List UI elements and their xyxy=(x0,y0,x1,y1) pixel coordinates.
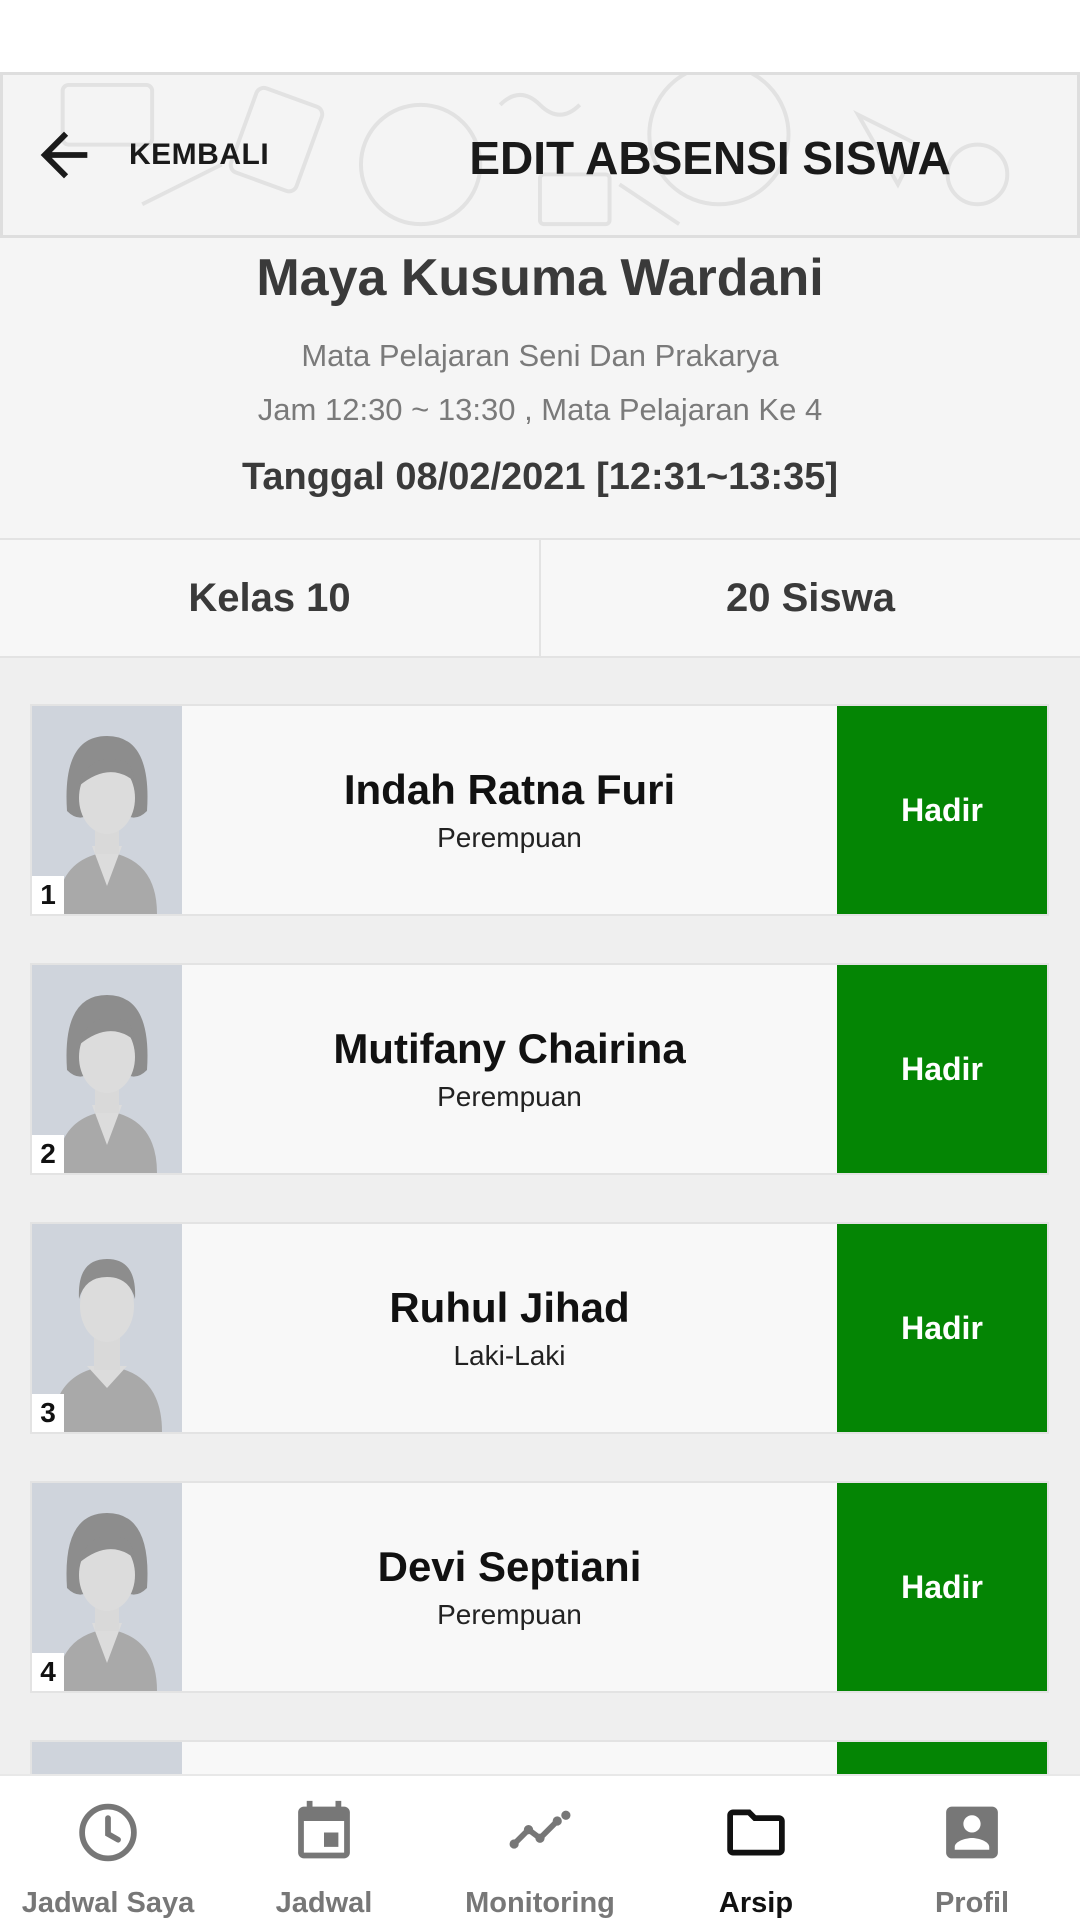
female-avatar: 2 xyxy=(32,965,182,1173)
nav-jadwal-saya[interactable]: Jadwal Saya xyxy=(0,1776,216,1920)
lesson-info: Maya Kusuma Wardani Mata Pelajaran Seni … xyxy=(0,238,1080,538)
student-gender: Laki-Laki xyxy=(453,1340,566,1371)
nav-monitoring[interactable]: Monitoring xyxy=(432,1776,648,1920)
page-title: EDIT ABSENSI SISWA xyxy=(469,132,951,184)
avatar xyxy=(32,1742,182,1774)
attendance-status-button[interactable]: Hadir xyxy=(837,1224,1047,1432)
female-avatar: 1 xyxy=(32,706,182,914)
student-name: Ruhul Jihad xyxy=(389,1284,630,1331)
student-name: Indah Ratna Furi xyxy=(343,766,676,813)
student-number: 1 xyxy=(32,876,64,914)
student-card[interactable]: 4 Devi Septiani Perempuan Hadir xyxy=(30,1481,1049,1693)
attendance-status-button[interactable]: Hadir xyxy=(837,1483,1047,1691)
back-label: KEMBALI xyxy=(129,138,270,171)
teacher-name: Maya Kusuma Wardani xyxy=(256,249,824,307)
folder-icon xyxy=(727,1809,785,1856)
trend-icon xyxy=(509,1810,571,1849)
nav-label: Arsip xyxy=(718,1887,794,1919)
student-gender: Perempuan xyxy=(437,822,582,853)
student-card[interactable]: 1 Indah Ratna Furi Perempuan Hadir xyxy=(30,704,1049,916)
app-header: KEMBALI EDIT ABSENSI SISWA xyxy=(0,72,1080,238)
back-button[interactable]: KEMBALI xyxy=(29,115,269,195)
student-count: 20 Siswa xyxy=(539,540,1080,656)
nav-profil[interactable]: Profil xyxy=(864,1776,1080,1920)
nav-label: Jadwal Saya xyxy=(21,1887,195,1919)
student-gender: Perempuan xyxy=(437,1081,582,1112)
nav-jadwal[interactable]: Jadwal xyxy=(216,1776,432,1920)
class-label: Kelas 10 xyxy=(188,575,351,620)
student-card[interactable]: 2 Mutifany Chairina Perempuan Hadir xyxy=(30,963,1049,1175)
status-bar-area xyxy=(0,0,1080,72)
student-number: 3 xyxy=(32,1394,64,1432)
student-gender: Perempuan xyxy=(437,1599,582,1630)
student-card[interactable]: 3 Ruhul Jihad Laki-Laki Hadir xyxy=(30,1222,1049,1434)
attendance-status-button[interactable]: Hadir xyxy=(837,706,1047,914)
student-card[interactable] xyxy=(30,1740,1049,1774)
student-name: Mutifany Chairina xyxy=(333,1025,686,1072)
nav-arsip[interactable]: Arsip xyxy=(648,1776,864,1920)
student-number: 2 xyxy=(32,1135,64,1173)
nav-label: Profil xyxy=(934,1887,1010,1919)
student-number: 4 xyxy=(32,1653,64,1691)
nav-label: Monitoring xyxy=(465,1887,615,1919)
attendance-date: Tanggal 08/02/2021 [12:31~13:35] xyxy=(241,456,839,498)
male-avatar: 3 xyxy=(32,1224,182,1432)
lesson-time-text: Jam 12:30 ~ 13:30 , Mata Pelajaran Ke 4 xyxy=(257,392,823,427)
student-name: Devi Septiani xyxy=(377,1543,642,1590)
arrow-back-icon xyxy=(40,131,88,179)
nav-label: Jadwal xyxy=(275,1887,373,1919)
calendar-icon xyxy=(298,1800,350,1859)
attendance-status-button[interactable] xyxy=(837,1742,1047,1774)
account-box-icon xyxy=(946,1806,998,1859)
subject-text: Mata Pelajaran Seni Dan Prakarya xyxy=(301,338,779,373)
bottom-navigation: Jadwal Saya Jadwal Monitoring Arsip Prof… xyxy=(0,1774,1080,1920)
attendance-status-button[interactable]: Hadir xyxy=(837,965,1047,1173)
student-list[interactable]: 1 Indah Ratna Furi Perempuan Hadir 2 Mut… xyxy=(0,658,1080,1774)
female-avatar: 4 xyxy=(32,1483,182,1691)
clock-icon xyxy=(79,1803,137,1862)
class-stats: Kelas 10 20 Siswa xyxy=(0,538,1080,658)
